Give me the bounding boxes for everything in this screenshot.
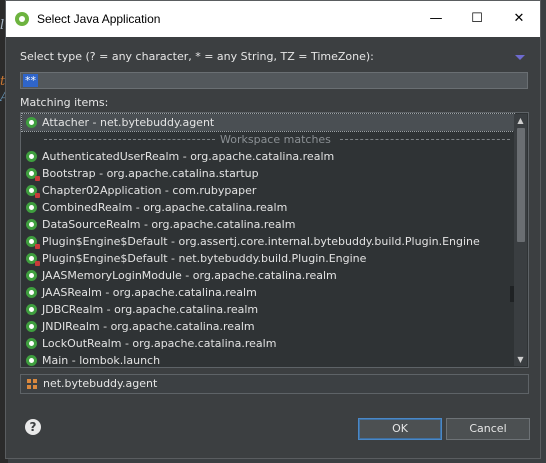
java-class-icon	[26, 185, 40, 198]
java-class-icon	[26, 219, 37, 230]
list-item-label: AuthenticatedUserRealm - org.apache.cata…	[42, 150, 335, 163]
separator-line	[340, 139, 510, 141]
list-item[interactable]: LockOutRealm - org.apache.catalina.realm	[22, 335, 514, 352]
list-item-label: CombinedRealm - org.apache.catalina.real…	[42, 201, 288, 214]
list-item[interactable]: JDBCRealm - org.apache.catalina.realm	[22, 301, 514, 318]
type-filter-input[interactable]: **	[20, 72, 528, 89]
list-item-label: Attacher - net.bytebuddy.agent	[42, 116, 215, 129]
java-class-icon	[26, 253, 40, 266]
separator-line	[44, 139, 215, 141]
spring-app-icon	[15, 12, 29, 26]
scrollbar-thumb[interactable]	[517, 128, 525, 242]
list-item-label: Bootstrap - org.apache.catalina.startup	[42, 167, 259, 180]
help-icon[interactable]: ?	[25, 419, 41, 435]
list-item[interactable]: Main - lombok.launch	[22, 352, 514, 367]
java-class-icon	[26, 338, 37, 349]
list-item-label: Plugin$Engine$Default - net.bytebuddy.bu…	[42, 252, 367, 265]
java-class-icon	[26, 117, 37, 128]
java-class-icon	[26, 168, 40, 181]
list-item[interactable]: JAASRealm - org.apache.catalina.realm	[22, 284, 514, 301]
list-item-label: Plugin$Engine$Default - org.assertj.core…	[42, 235, 480, 248]
list-item[interactable]: JAASMemoryLoginModule - org.apache.catal…	[22, 267, 514, 284]
list-item-label: JDBCRealm - org.apache.catalina.realm	[42, 303, 259, 316]
list-item-label: JNDIRealm - org.apache.catalina.realm	[42, 320, 255, 333]
list-item-label: LockOutRealm - org.apache.catalina.realm	[42, 337, 277, 350]
java-class-icon	[26, 151, 37, 162]
list-item[interactable]: Chapter02Application - com.rubypaper	[22, 182, 514, 199]
workspace-matches-separator: Workspace matches	[22, 131, 514, 148]
list-item-label: DataSourceRealm - org.apache.catalina.re…	[42, 218, 296, 231]
java-class-icon	[26, 321, 37, 332]
list-item[interactable]: Attacher - net.bytebuddy.agent	[21, 113, 515, 132]
java-class-icon	[26, 355, 37, 366]
view-menu-icon[interactable]	[515, 55, 525, 60]
window-title: Select Java Application	[37, 12, 161, 26]
scroll-down-arrow-icon[interactable]: ▼	[514, 353, 527, 366]
java-class-icon	[26, 202, 37, 213]
status-text: net.bytebuddy.agent	[43, 377, 158, 390]
list-item[interactable]: Plugin$Engine$Default - net.bytebuddy.bu…	[22, 250, 514, 267]
selected-package-status: net.bytebuddy.agent	[20, 374, 529, 394]
close-button[interactable]: ✕	[502, 7, 536, 31]
filter-value: **	[23, 74, 38, 87]
list-item[interactable]: Bootstrap - org.apache.catalina.startup	[22, 165, 514, 182]
matching-items-list[interactable]: Attacher - net.bytebuddy.agent Workspace …	[20, 112, 529, 368]
minimize-button[interactable]: —	[419, 7, 453, 31]
list-item-label: JAASRealm - org.apache.catalina.realm	[42, 286, 257, 299]
ok-button[interactable]: OK	[358, 418, 442, 440]
list-item[interactable]: DataSourceRealm - org.apache.catalina.re…	[22, 216, 514, 233]
vertical-scrollbar[interactable]: ▲ ▼	[514, 114, 527, 366]
java-class-icon	[26, 236, 40, 249]
list-item-label: Main - lombok.launch	[42, 354, 161, 367]
list-item-label: Chapter02Application - com.rubypaper	[42, 184, 257, 197]
filter-label: Select type (? = any character, * = any …	[20, 50, 374, 63]
cancel-button[interactable]: Cancel	[446, 418, 530, 440]
scroll-up-arrow-icon[interactable]: ▲	[514, 114, 527, 127]
title-bar[interactable]: Select Java Application — ☐ ✕	[6, 1, 540, 37]
java-class-icon	[26, 287, 37, 298]
package-icon	[27, 379, 37, 389]
list-item[interactable]: Plugin$Engine$Default - org.assertj.core…	[22, 233, 514, 250]
list-item[interactable]: JNDIRealm - org.apache.catalina.realm	[22, 318, 514, 335]
list-item[interactable]: CombinedRealm - org.apache.catalina.real…	[22, 199, 514, 216]
list-item[interactable]: AuthenticatedUserRealm - org.apache.cata…	[22, 148, 514, 165]
matching-items-label: Matching items:	[20, 96, 109, 109]
separator-label: Workspace matches	[220, 133, 331, 146]
select-java-application-dialog: Select Java Application — ☐ ✕ Select typ…	[5, 0, 541, 459]
maximize-button[interactable]: ☐	[460, 7, 494, 31]
list-item-label: JAASMemoryLoginModule - org.apache.catal…	[42, 269, 337, 282]
java-class-icon	[26, 270, 37, 281]
java-class-icon	[26, 304, 37, 315]
